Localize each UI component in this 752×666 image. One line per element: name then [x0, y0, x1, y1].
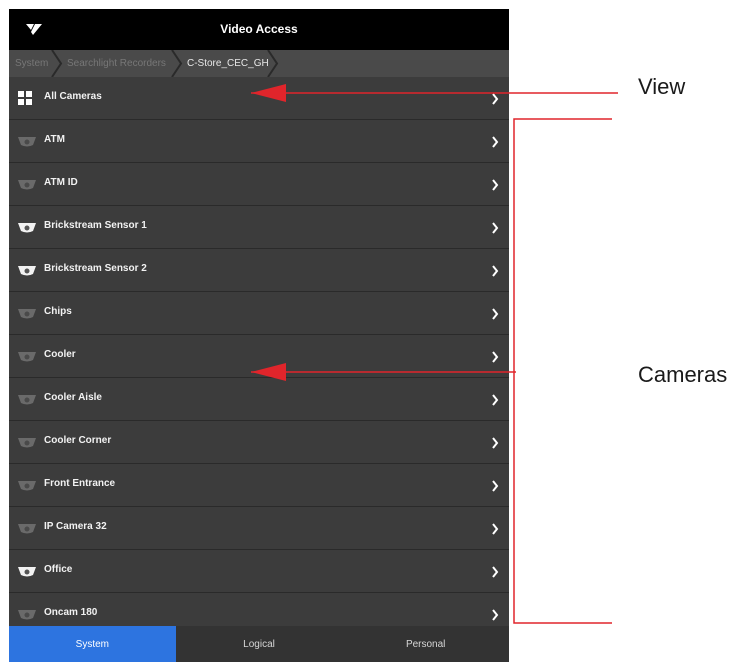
view-arrowhead: [251, 84, 286, 102]
cameras-annotation-label: Cameras: [638, 362, 728, 387]
cameras-bracket: [513, 118, 612, 624]
view-annotation-label: View: [638, 74, 686, 99]
cameras-arrowhead: [251, 363, 286, 381]
